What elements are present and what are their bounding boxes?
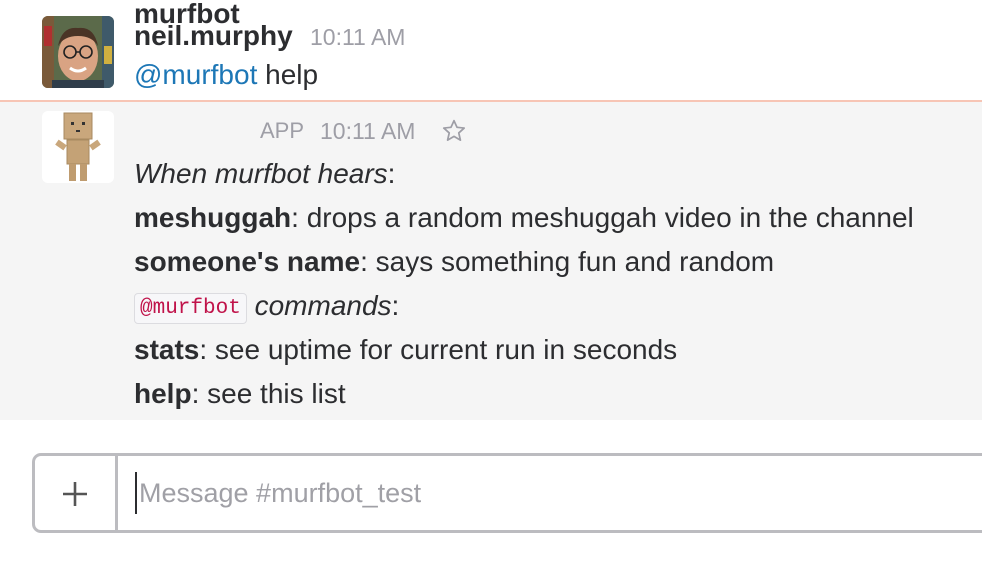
trigger-description: : drops a random meshuggah video in the … xyxy=(291,202,914,233)
bot-line-hears: When murfbot hears: xyxy=(134,160,395,188)
trigger-keyword: meshuggah xyxy=(134,202,292,233)
hears-label: When murfbot hears xyxy=(134,158,388,189)
message-text: @murfbot help xyxy=(134,61,318,89)
colon: : xyxy=(387,158,396,189)
plus-icon xyxy=(63,482,87,506)
timestamp[interactable]: 10:11 AM xyxy=(320,120,415,143)
command-keyword: stats xyxy=(134,334,200,365)
attach-button[interactable] xyxy=(35,456,118,530)
sender-name[interactable]: murfbot xyxy=(134,0,240,28)
app-badge: APP xyxy=(260,118,305,143)
bot-line-commands: @murfbot commands: xyxy=(134,290,400,324)
timestamp[interactable]: 10:11 AM xyxy=(310,26,405,49)
bot-line-name: someone's name: says something fun and r… xyxy=(134,248,774,276)
colon: : xyxy=(391,290,400,321)
trigger-keyword: someone's name xyxy=(134,246,361,277)
command-keyword: help xyxy=(134,378,192,409)
star-outline-icon[interactable] xyxy=(441,118,467,144)
commands-label: commands xyxy=(254,290,392,321)
command-description: : see uptime for current run in seconds xyxy=(199,334,678,365)
bot-line-meshuggah: meshuggah: drops a random meshuggah vide… xyxy=(134,204,914,232)
user-photo-avatar[interactable] xyxy=(42,16,114,88)
trigger-description: : says something fun and random xyxy=(360,246,775,277)
inline-code-mention: @murfbot xyxy=(134,293,247,324)
message-input[interactable] xyxy=(135,472,959,514)
command-description: : see this list xyxy=(191,378,346,409)
message-composer xyxy=(32,453,982,533)
bot-line-stats: stats: see uptime for current run in sec… xyxy=(134,336,677,364)
cardboard-robot-avatar[interactable] xyxy=(42,111,114,183)
bot-line-help: help: see this list xyxy=(134,380,346,408)
message-body: help xyxy=(257,59,319,90)
user-mention[interactable]: @murfbot xyxy=(134,59,257,90)
